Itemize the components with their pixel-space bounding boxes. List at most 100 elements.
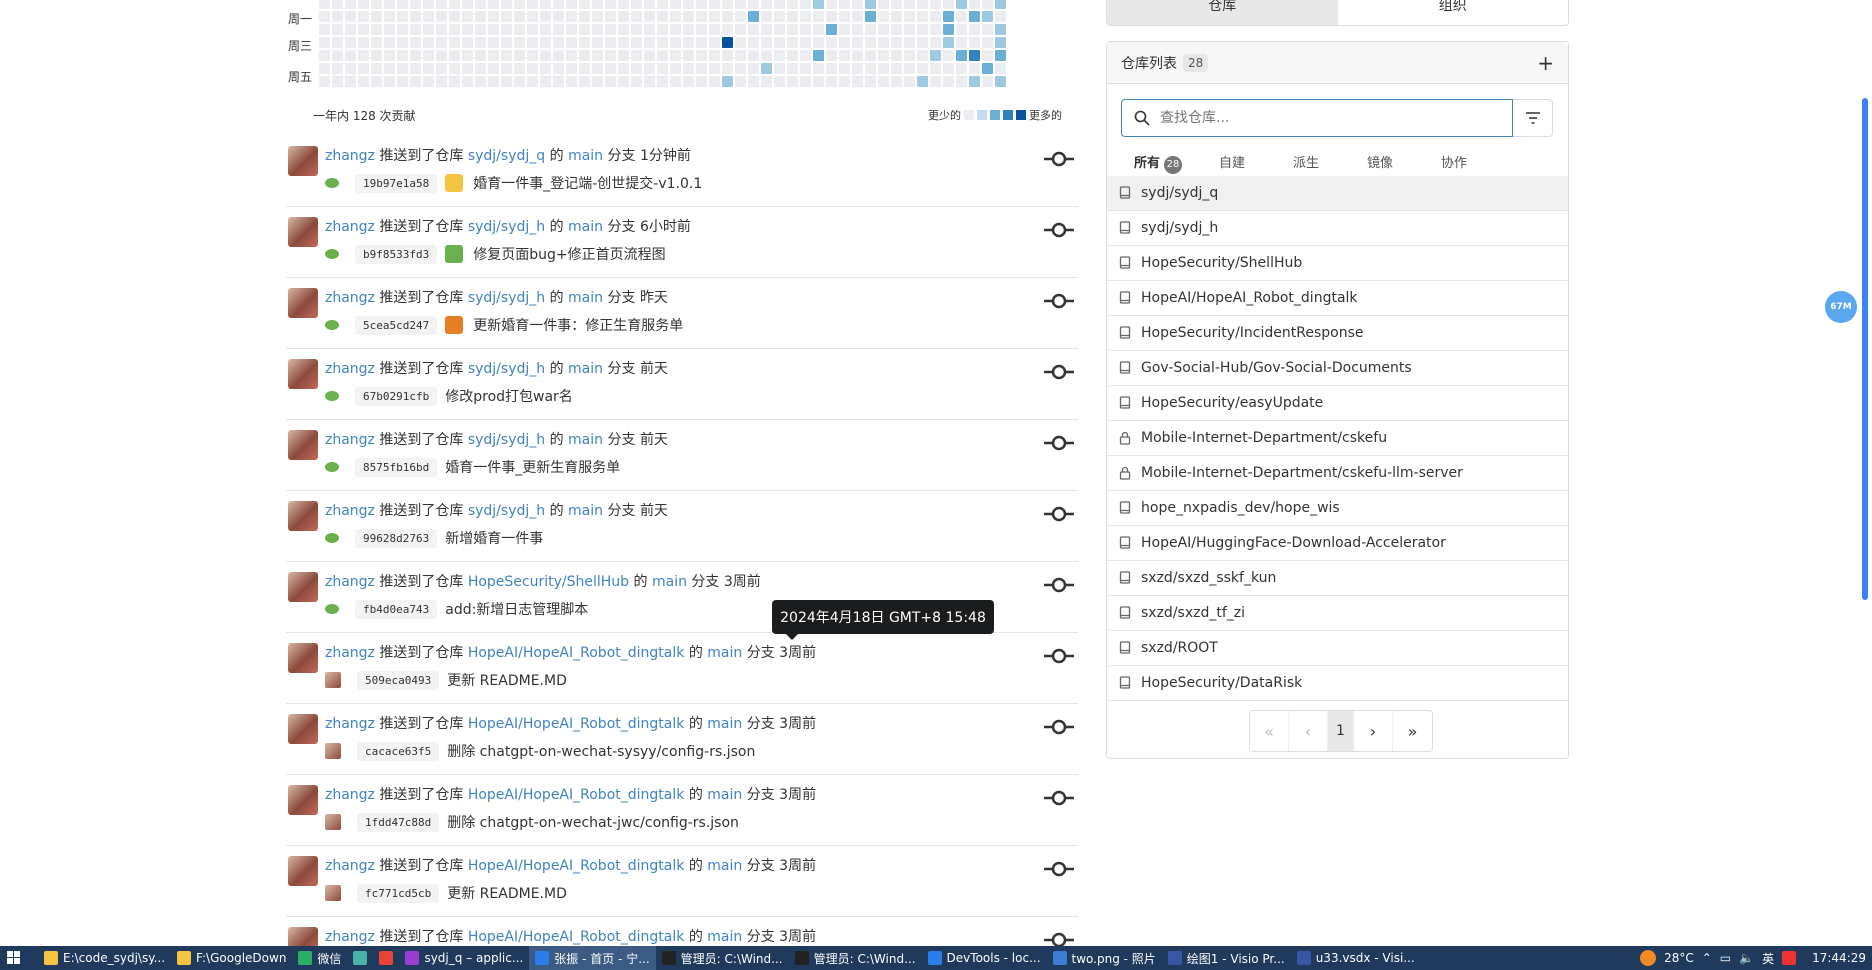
heatmap-cell[interactable] (475, 63, 486, 74)
heatmap-cell[interactable] (865, 37, 876, 48)
heatmap-cell[interactable] (995, 37, 1006, 48)
feed-time[interactable]: 1分钟前 (640, 148, 691, 164)
heatmap-cell[interactable] (514, 76, 525, 87)
heatmap-cell[interactable] (345, 0, 356, 9)
heatmap-cell[interactable] (774, 37, 785, 48)
heatmap-cell[interactable] (956, 50, 967, 61)
heatmap-cell[interactable] (917, 11, 928, 22)
heatmap-cell[interactable] (358, 0, 369, 9)
user-link[interactable]: zhangz (325, 574, 375, 590)
heatmap-cell[interactable] (592, 11, 603, 22)
heatmap-cell[interactable] (449, 50, 460, 61)
heatmap-cell[interactable] (644, 63, 655, 74)
heatmap-cell[interactable] (683, 37, 694, 48)
heatmap-cell[interactable] (865, 24, 876, 35)
heatmap-cell[interactable] (319, 37, 330, 48)
heatmap-cell[interactable] (618, 76, 629, 87)
heatmap-cell[interactable] (631, 63, 642, 74)
heatmap-cell[interactable] (813, 24, 824, 35)
heatmap-cell[interactable] (761, 0, 772, 9)
heatmap-cell[interactable] (800, 63, 811, 74)
heatmap-cell[interactable] (904, 0, 915, 9)
heatmap-cell[interactable] (709, 0, 720, 9)
heatmap-cell[interactable] (722, 37, 733, 48)
heatmap-cell[interactable] (878, 76, 889, 87)
repo-list-item[interactable]: HopeAI/HuggingFace-Download-Accelerator (1107, 526, 1568, 561)
heatmap-cell[interactable] (657, 50, 668, 61)
heatmap-cell[interactable] (761, 11, 772, 22)
heatmap-cell[interactable] (592, 50, 603, 61)
repo-list-item[interactable]: HopeAI/HopeAI_Robot_dingtalk (1107, 281, 1568, 316)
repo-link[interactable]: HopeAI/HopeAI_Robot_dingtalk (468, 787, 685, 803)
repo-list-item[interactable]: HopeSecurity/ShellHub (1107, 246, 1568, 281)
heatmap-cell[interactable] (475, 76, 486, 87)
repo-name[interactable]: hope_nxpadis_dev/hope_wis (1141, 500, 1340, 516)
heatmap-cell[interactable] (475, 50, 486, 61)
repo-list-item[interactable]: Mobile-Internet-Department/cskefu (1107, 421, 1568, 456)
heatmap-cell[interactable] (904, 63, 915, 74)
heatmap-cell[interactable] (995, 63, 1006, 74)
heatmap-cell[interactable] (839, 37, 850, 48)
heatmap-cell[interactable] (501, 50, 512, 61)
feed-time[interactable]: 6小时前 (640, 219, 691, 235)
heatmap-cell[interactable] (800, 50, 811, 61)
heatmap-cell[interactable] (865, 76, 876, 87)
user-avatar[interactable] (288, 572, 318, 602)
heatmap-cell[interactable] (748, 24, 759, 35)
clock[interactable]: 17:44:29 (1812, 951, 1866, 965)
commit-sha[interactable]: fb4d0ea743 (355, 599, 438, 619)
branch-link[interactable]: main (568, 503, 603, 519)
heatmap-cell[interactable] (605, 24, 616, 35)
feed-time[interactable]: 前天 (640, 503, 668, 519)
heatmap-cell[interactable] (774, 63, 785, 74)
feed-time[interactable]: 3周前 (779, 645, 816, 661)
heatmap-cell[interactable] (566, 11, 577, 22)
heatmap-cell[interactable] (397, 11, 408, 22)
heatmap-cell[interactable] (566, 24, 577, 35)
heatmap-cell[interactable] (462, 11, 473, 22)
heatmap-cell[interactable] (917, 37, 928, 48)
heatmap-cell[interactable] (462, 50, 473, 61)
heatmap-cell[interactable] (397, 37, 408, 48)
start-button[interactable] (0, 946, 28, 970)
commit-message[interactable]: 更新 README.MD (447, 670, 567, 690)
repo-link[interactable]: HopeAI/HopeAI_Robot_dingtalk (468, 929, 685, 945)
taskbar-app[interactable]: 管理员: C:\Wind... (656, 946, 789, 970)
heatmap-cell[interactable] (566, 37, 577, 48)
heatmap-cell[interactable] (969, 11, 980, 22)
heatmap-cell[interactable] (592, 24, 603, 35)
heatmap-cell[interactable] (501, 37, 512, 48)
heatmap-cell[interactable] (410, 76, 421, 87)
heatmap-cell[interactable] (592, 63, 603, 74)
repo-list-item[interactable]: sxzd/sxzd_sskf_kun (1107, 561, 1568, 596)
heatmap-cell[interactable] (748, 63, 759, 74)
heatmap-cell[interactable] (735, 0, 746, 9)
user-avatar[interactable] (288, 146, 318, 176)
heatmap-cell[interactable] (852, 76, 863, 87)
heatmap-cell[interactable] (969, 63, 980, 74)
heatmap-cell[interactable] (878, 37, 889, 48)
heatmap-cell[interactable] (995, 11, 1006, 22)
repo-link[interactable]: sydj/sydj_h (468, 290, 545, 306)
heatmap-cell[interactable] (943, 24, 954, 35)
repo-link[interactable]: sydj/sydj_h (468, 361, 545, 377)
repo-name[interactable]: sydj/sydj_q (1141, 185, 1218, 201)
heatmap-cell[interactable] (813, 50, 824, 61)
repo-list-item[interactable]: Gov-Social-Hub/Gov-Social-Documents (1107, 351, 1568, 386)
heatmap-cell[interactable] (436, 37, 447, 48)
heatmap-cell[interactable] (735, 24, 746, 35)
heatmap-cell[interactable] (982, 24, 993, 35)
commit-message[interactable]: 删除 chatgpt-on-wechat-jwc/config-rs.json (447, 812, 739, 832)
heatmap-cell[interactable] (345, 50, 356, 61)
user-avatar[interactable] (288, 856, 318, 886)
user-link[interactable]: zhangz (325, 503, 375, 519)
heatmap-cell[interactable] (878, 11, 889, 22)
branch-link[interactable]: main (707, 787, 742, 803)
heatmap-cell[interactable] (553, 50, 564, 61)
heatmap-cell[interactable] (943, 0, 954, 9)
heatmap-cell[interactable] (878, 0, 889, 9)
heatmap-cell[interactable] (800, 76, 811, 87)
commit-message[interactable]: 修复页面bug+修正首页流程图 (473, 244, 665, 264)
heatmap-cell[interactable] (995, 76, 1006, 87)
heatmap-cell[interactable] (839, 24, 850, 35)
